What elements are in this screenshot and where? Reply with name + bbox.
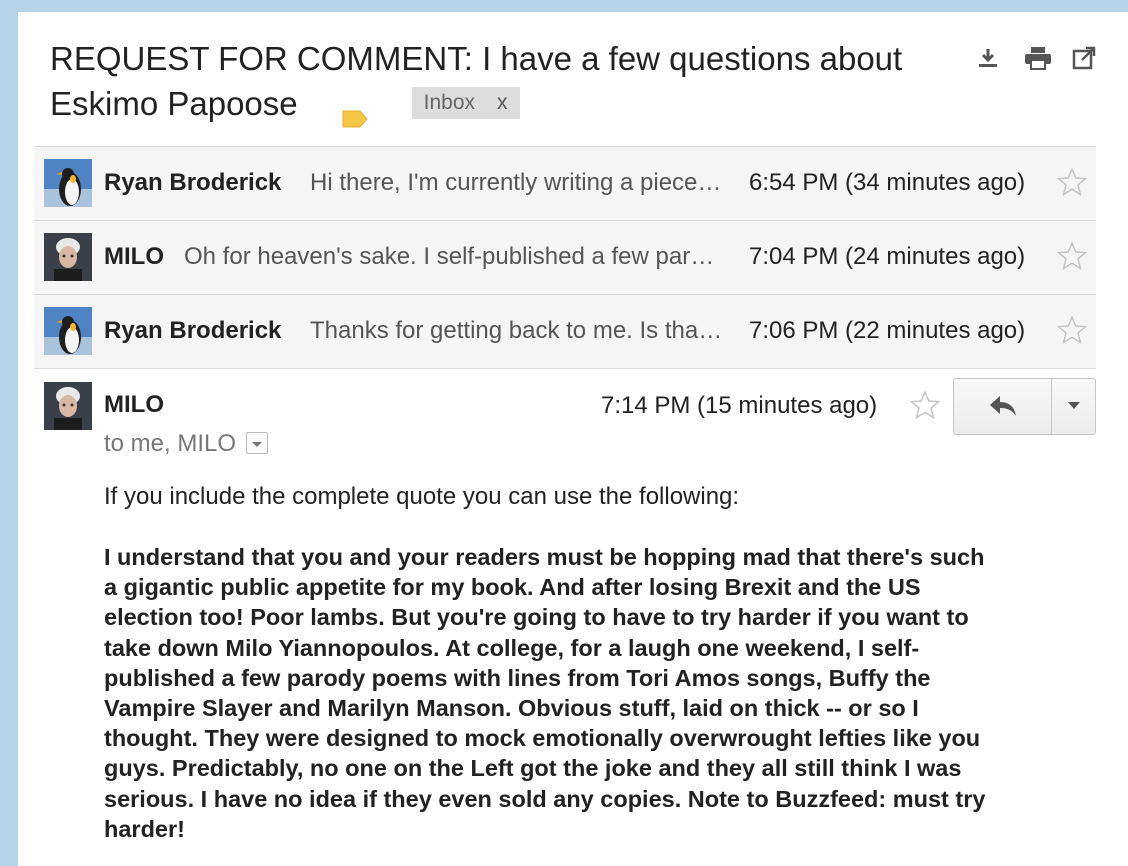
chevron-down-icon	[252, 441, 263, 447]
thread-time: 7:06 PM (22 minutes ago)	[749, 317, 1026, 344]
open-in-new-window-icon[interactable]	[1072, 46, 1096, 75]
chevron-down-icon	[1068, 402, 1080, 409]
reply-button-group	[953, 378, 1096, 435]
thread-snippet: Oh for heaven's sake. I self-published a…	[184, 243, 724, 270]
show-details-button[interactable]	[246, 431, 269, 454]
recipients-text: to me, MILO	[104, 430, 237, 457]
thread-snippet: Hi there, I'm currently writing a piece …	[310, 169, 724, 196]
more-actions-button[interactable]	[1051, 379, 1096, 434]
important-label-icon[interactable]	[342, 94, 368, 128]
subject-header: REQUEST FOR COMMENT: I have a few questi…	[50, 36, 950, 128]
sender-avatar[interactable]	[44, 382, 92, 430]
download-icon[interactable]	[976, 46, 1000, 75]
message-sender[interactable]: MILO	[104, 391, 164, 419]
reply-button[interactable]	[954, 379, 1050, 434]
print-icon[interactable]	[1024, 46, 1052, 75]
message-intro: If you include the complete quote you ca…	[104, 483, 740, 510]
star-icon[interactable]	[1056, 167, 1088, 197]
recipients-line: to me, MILO	[104, 430, 269, 458]
thread-time: 7:04 PM (24 minutes ago)	[749, 243, 1026, 270]
avatar	[44, 159, 92, 207]
window-top-bar	[0, 0, 1128, 12]
thread-row[interactable]: Ryan Broderick Thanks for getting back t…	[34, 294, 1096, 369]
inbox-label-text: Inbox	[423, 91, 476, 115]
email-thread-panel: REQUEST FOR COMMENT: I have a few questi…	[18, 12, 1128, 866]
message-time: 7:14 PM (15 minutes ago)	[601, 392, 878, 419]
thread-snippet: Thanks for getting back to me. Is that a…	[310, 317, 724, 344]
star-icon[interactable]	[909, 390, 941, 420]
inbox-label-chip[interactable]: Inbox x	[411, 87, 520, 120]
thread-row[interactable]: Ryan Broderick Hi there, I'm currently w…	[34, 146, 1096, 220]
avatar	[44, 233, 92, 281]
star-icon[interactable]	[1056, 315, 1088, 345]
star-icon[interactable]	[1056, 241, 1088, 271]
avatar	[44, 307, 92, 355]
thread-sender: Ryan Broderick	[104, 317, 282, 344]
reply-icon	[990, 396, 1016, 416]
thread-time: 6:54 PM (34 minutes ago)	[749, 169, 1026, 196]
thread-sender: Ryan Broderick	[104, 169, 282, 196]
thread-row[interactable]: MILO Oh for heaven's sake. I self-publis…	[34, 220, 1096, 294]
remove-label-button[interactable]: x	[497, 91, 508, 114]
message-quote: I understand that you and your readers m…	[104, 544, 986, 842]
thread-sender: MILO	[104, 243, 164, 270]
